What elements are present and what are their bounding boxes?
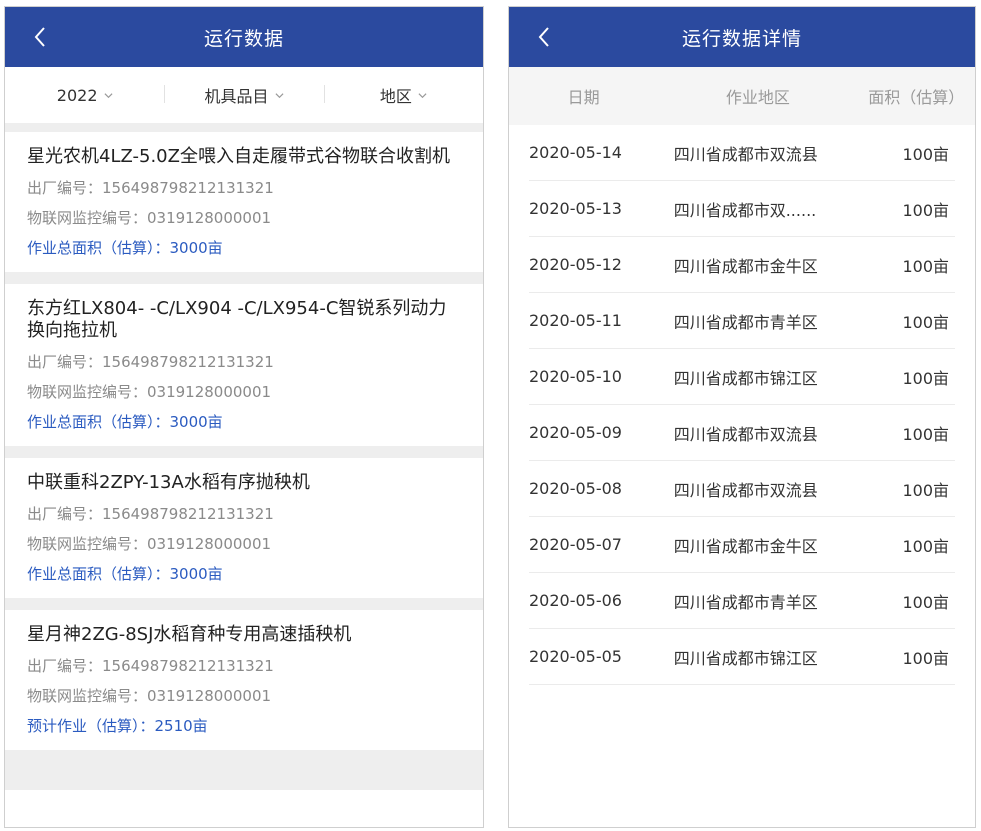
chevron-left-icon [538,27,549,47]
table-row[interactable]: 2020-05-05 四川省成都市锦江区 100亩 [529,629,955,685]
filter-bar: 2022 机具品目 地区 [5,67,483,123]
iot-number: 物联网监控编号：0319128000001 [27,535,272,553]
back-button[interactable] [27,21,53,53]
row-region: 四川省成都市锦江区 [673,368,818,388]
serial-number: 出厂编号：156498798212131321 [27,657,274,675]
row-region: 四川省成都市双...... [673,200,817,220]
region-filter-label: 地区 [379,87,412,106]
header-area: 面积（估算） [868,88,965,107]
row-area: 100亩 [902,536,949,556]
divider [5,123,483,132]
machine-name: 中联重科2ZPY-13A水稻有序抛秧机 [27,472,310,493]
row-date: 2020-05-05 [529,647,622,666]
region-filter[interactable]: 地区 [323,83,483,107]
page-title: 运行数据 [203,27,284,50]
row-area: 100亩 [902,256,949,276]
chevron-left-icon [34,27,45,47]
row-area: 100亩 [902,144,949,164]
machine-name: 星月神2ZG-8SJ水稻育种专用高速插秧机 [27,624,352,645]
divider [5,598,483,610]
row-area: 100亩 [902,368,949,388]
row-date: 2020-05-08 [529,479,622,498]
table-row[interactable]: 2020-05-12 四川省成都市金牛区 100亩 [529,237,955,293]
row-region: 四川省成都市锦江区 [673,648,818,668]
row-date: 2020-05-11 [529,311,622,330]
category-filter[interactable]: 机具品目 [164,83,323,107]
page-title: 运行数据详情 [681,27,802,50]
table-row[interactable]: 2020-05-08 四川省成都市双流县 100亩 [529,461,955,517]
machine-card[interactable]: 中联重科2ZPY-13A水稻有序抛秧机 出厂编号：156498798212131… [5,458,483,598]
category-filter-label: 机具品目 [204,87,269,106]
row-region: 四川省成都市双流县 [673,480,818,500]
machine-card[interactable]: 星光农机4LZ-5.0Z全喂入自走履带式谷物联合收割机 出厂编号：1564987… [5,132,483,272]
row-date: 2020-05-10 [529,367,622,386]
row-area: 100亩 [902,200,949,220]
divider [5,446,483,458]
row-area: 100亩 [902,480,949,500]
table-row[interactable]: 2020-05-10 四川省成都市锦江区 100亩 [529,349,955,405]
table-body: 2020-05-14 四川省成都市双流县 100亩 2020-05-13 四川省成都市… [509,125,975,685]
row-area: 100亩 [902,592,949,612]
table-row[interactable]: 2020-05-06 四川省成都市青羊区 100亩 [529,573,955,629]
row-area: 100亩 [902,648,949,668]
iot-number: 物联网监控编号：0319128000001 [27,383,272,401]
table-row[interactable]: 2020-05-07 四川省成都市金牛区 100亩 [529,517,955,573]
row-date: 2020-05-07 [529,535,622,554]
chevron-down-icon [418,92,427,98]
row-region: 四川省成都市青羊区 [673,312,818,332]
row-region: 四川省成都市金牛区 [673,536,818,556]
divider [5,750,483,790]
chevron-down-icon [104,92,113,98]
run-data-detail-screen: 运行数据详情 日期 作业地区 面积（估算） 2020-05-14 四川省成都市双流… [508,6,976,828]
iot-number: 物联网监控编号：0319128000001 [27,687,272,705]
divider [5,272,483,284]
row-region: 四川省成都市青羊区 [673,592,818,612]
chevron-down-icon [274,92,284,98]
machine-card[interactable]: 星月神2ZG-8SJ水稻育种专用高速插秧机 出厂编号：1564987982121… [5,610,483,750]
row-date: 2020-05-14 [529,143,622,162]
row-region: 四川省成都市金牛区 [673,256,818,276]
machine-name: 东方红LX804- -C/LX904 -C/LX954-C智锐系列动力换向拖拉机 [27,298,447,341]
work-area: 预计作业（估算）：2510亩 [27,717,208,735]
row-date: 2020-05-12 [529,255,622,274]
row-date: 2020-05-09 [529,423,622,442]
work-area: 作业总面积（估算）：3000亩 [27,413,223,431]
year-filter[interactable]: 2022 [5,86,164,105]
header-region: 作业地区 [725,88,790,107]
top-nav-bar: 运行数据详情 [509,7,975,67]
table-header: 日期 作业地区 面积（估算） [509,67,975,125]
run-data-screen: 运行数据 2022 机具品目 地区 星光农机4LZ-5.0Z全喂入自走履带式谷物… [4,6,484,828]
serial-number: 出厂编号：156498798212131321 [27,353,274,371]
serial-number: 出厂编号：156498798212131321 [27,505,274,523]
work-area: 作业总面积（估算）：3000亩 [27,239,223,257]
back-button[interactable] [531,21,557,53]
top-nav-bar: 运行数据 [5,7,483,67]
row-date: 2020-05-06 [529,591,622,610]
row-date: 2020-05-13 [529,199,622,218]
machine-card[interactable]: 东方红LX804- -C/LX904 -C/LX954-C智锐系列动力换向拖拉机… [5,284,483,446]
work-area: 作业总面积（估算）：3000亩 [27,565,223,583]
row-region: 四川省成都市双流县 [673,424,818,444]
table-row[interactable]: 2020-05-11 四川省成都市青羊区 100亩 [529,293,955,349]
machine-name: 星光农机4LZ-5.0Z全喂入自走履带式谷物联合收割机 [27,146,450,167]
iot-number: 物联网监控编号：0319128000001 [27,209,272,227]
table-row[interactable]: 2020-05-13 四川省成都市双...... 100亩 [529,181,955,237]
table-row[interactable]: 2020-05-14 四川省成都市双流县 100亩 [529,125,955,181]
serial-number: 出厂编号：156498798212131321 [27,179,274,197]
table-row[interactable]: 2020-05-09 四川省成都市双流县 100亩 [529,405,955,461]
row-area: 100亩 [902,424,949,444]
year-filter-label: 2022 [56,85,98,105]
header-date: 日期 [567,88,600,107]
row-area: 100亩 [902,312,949,332]
row-region: 四川省成都市双流县 [673,144,818,164]
